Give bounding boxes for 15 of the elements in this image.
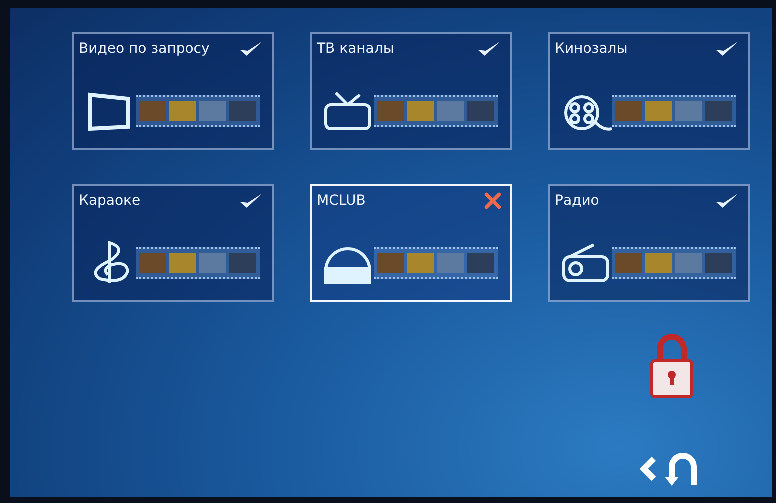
tv-icon bbox=[322, 89, 374, 133]
tile-label: Видео по запросу bbox=[79, 41, 210, 57]
tile-label: Кинозалы bbox=[555, 41, 628, 57]
service-tile[interactable]: Радио bbox=[548, 184, 750, 302]
service-tile[interactable]: Кинозалы bbox=[548, 32, 750, 150]
tile-label: MCLUB bbox=[317, 193, 366, 209]
service-tile[interactable]: ТВ каналы bbox=[310, 32, 512, 150]
lock-button[interactable] bbox=[648, 333, 696, 399]
tile-label: Караоке bbox=[79, 193, 141, 209]
tile-label: ТВ каналы bbox=[317, 41, 394, 57]
service-tile[interactable]: MCLUB bbox=[310, 184, 512, 302]
radio-icon bbox=[560, 241, 612, 285]
service-tile[interactable]: Видео по запросу bbox=[72, 32, 274, 150]
service-tile[interactable]: Караоке bbox=[72, 184, 274, 302]
tile-label: Радио bbox=[555, 193, 600, 209]
